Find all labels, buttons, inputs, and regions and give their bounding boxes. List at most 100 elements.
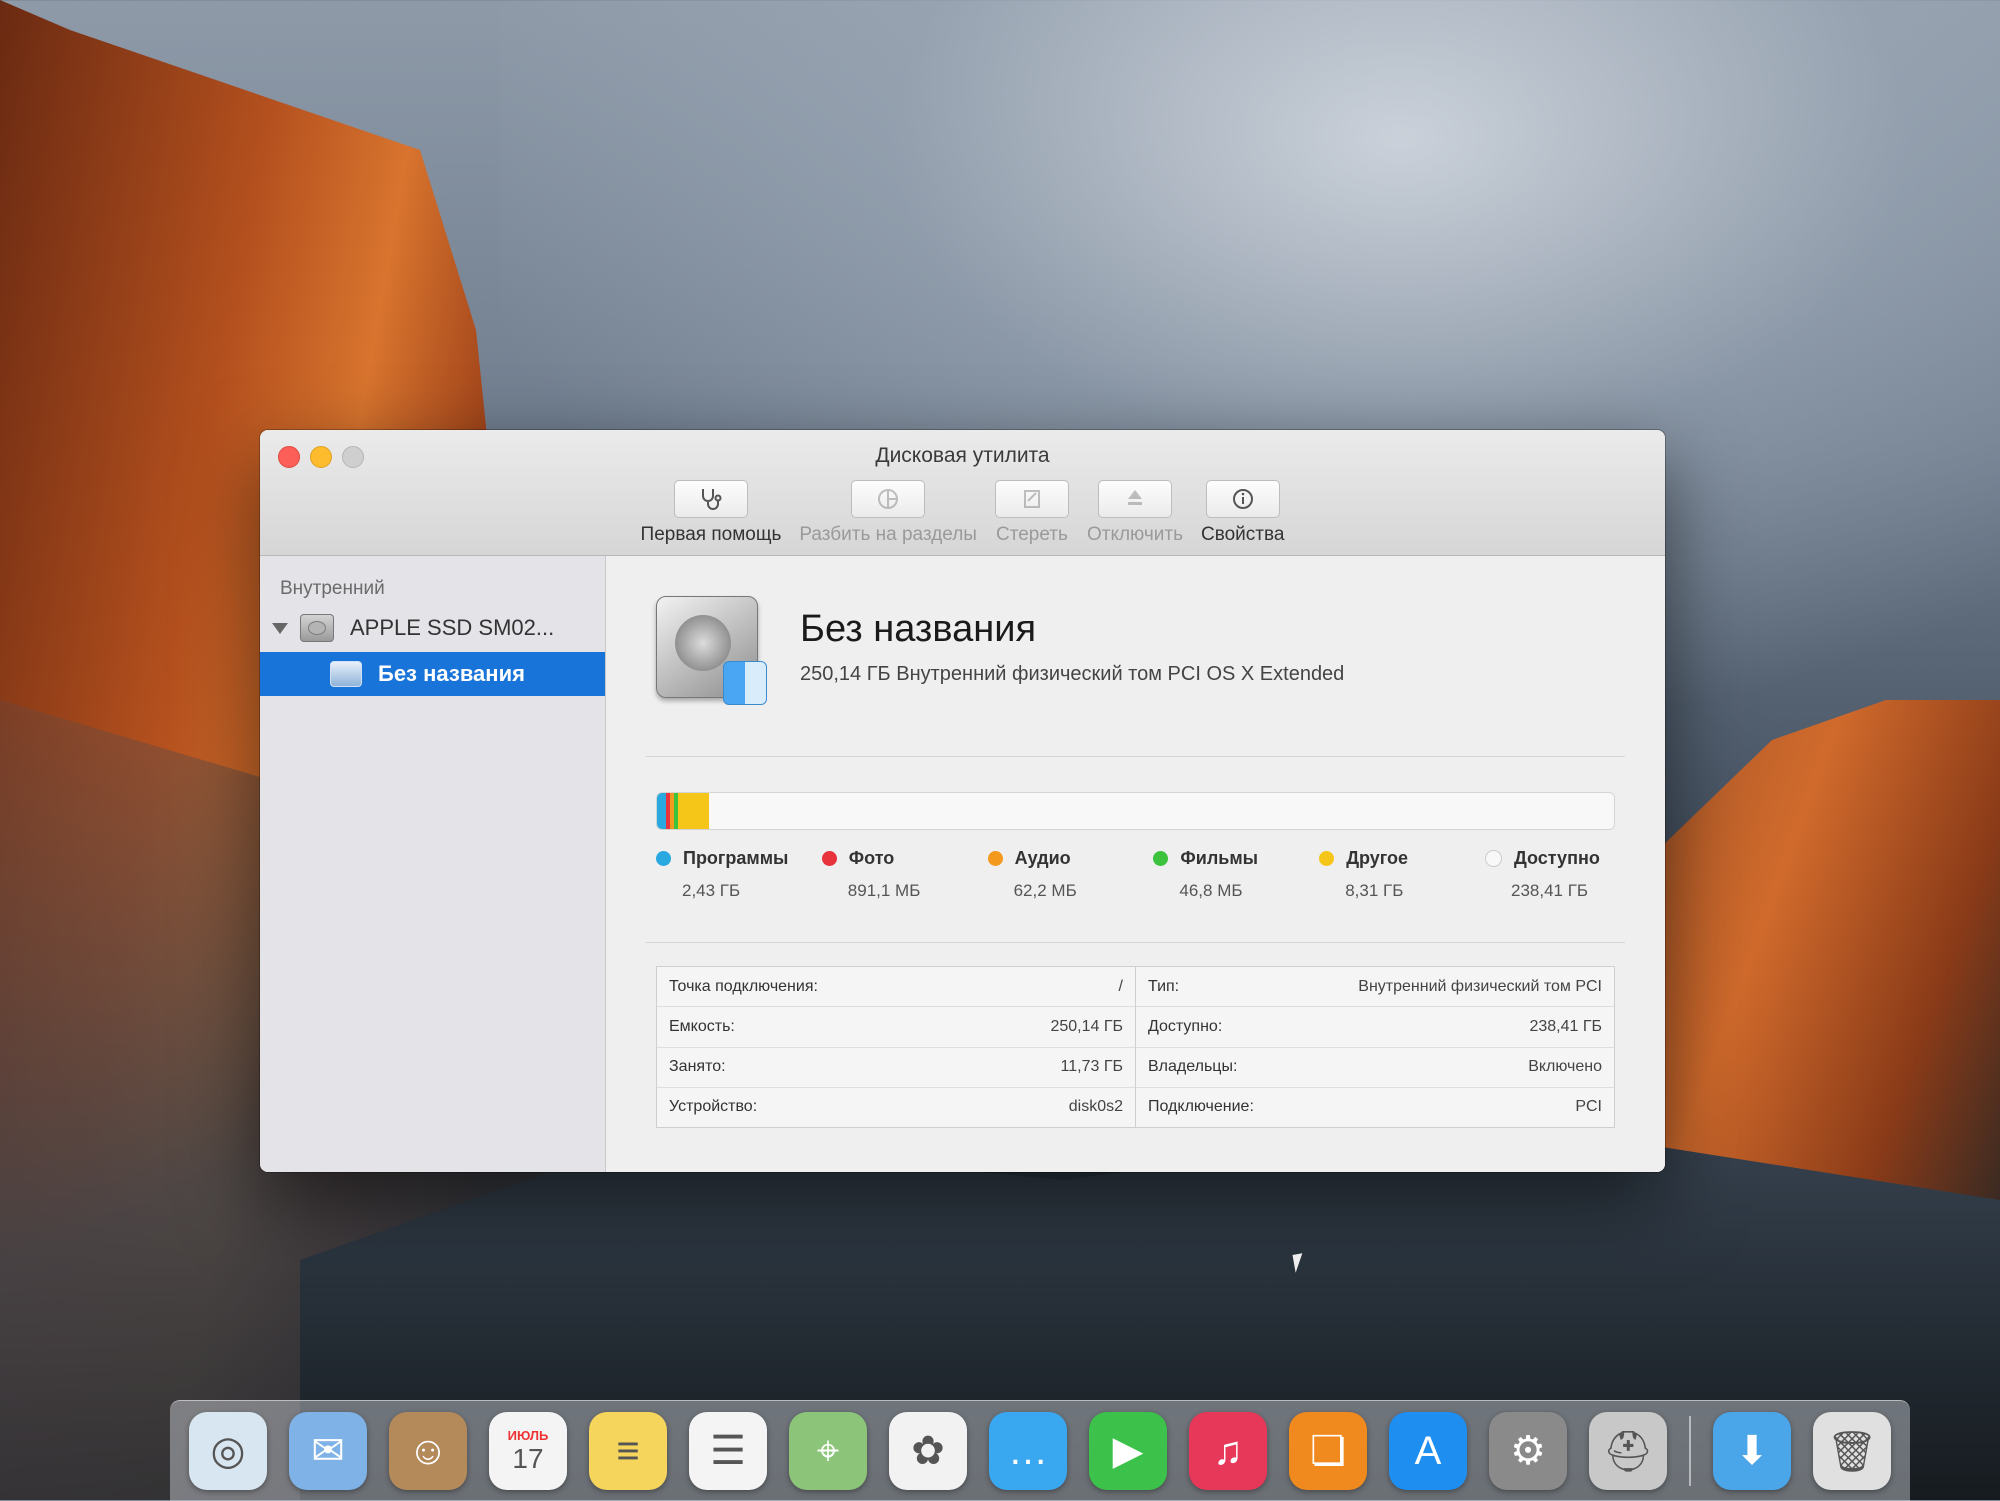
sidebar-disk-label: APPLE SSD SM02... — [350, 615, 555, 640]
volume-header: Без названия 250,14 ГБ Внутренний физиче… — [656, 596, 1345, 705]
info-button[interactable]: Свойства — [1201, 480, 1284, 546]
legend-value: 2,43 ГБ — [682, 881, 741, 900]
photos-icon[interactable]: ✿ — [889, 1412, 967, 1490]
legend-item: Другое 8,31 ГБ — [1319, 848, 1459, 901]
finder-badge-icon — [723, 661, 767, 705]
itunes-icon[interactable]: ♫ — [1189, 1412, 1267, 1490]
partition-icon — [878, 489, 899, 509]
legend-label: Программы — [683, 848, 789, 868]
legend-label: Фильмы — [1180, 848, 1259, 868]
legend-dot — [821, 851, 837, 866]
info-value: PCI — [1575, 1098, 1602, 1116]
disk-utility-window: Дисковая утилита Первая помощь Разбить н… — [260, 430, 1665, 1172]
system-preferences-icon[interactable]: ⚙ — [1489, 1412, 1567, 1490]
info-row: Подключение: PCI — [1136, 1088, 1614, 1127]
info-column-left: Точка подключения: / Емкость: 250,14 ГБ Заня… — [657, 967, 1135, 1127]
erase-button[interactable]: Стереть — [994, 480, 1069, 546]
notes-icon[interactable]: ≡ — [589, 1412, 667, 1490]
disclosure-triangle-icon[interactable] — [272, 622, 288, 634]
facetime-icon[interactable]: ▶ — [1089, 1412, 1167, 1490]
legend-dot — [987, 851, 1003, 866]
stethoscope-icon — [701, 489, 722, 510]
unmount-label: Отключить — [1086, 524, 1184, 545]
volume-name: Без названия — [800, 608, 1037, 650]
usage-segment-5 — [709, 793, 1614, 829]
legend-label: Аудио — [1014, 848, 1071, 868]
sidebar-item-volume[interactable]: Без названия — [260, 652, 605, 696]
titlebar: Дисковая утилита Первая помощь Разбить н… — [260, 430, 1665, 556]
legend-dot — [1153, 851, 1169, 866]
disk-utility-icon[interactable]: ⛑ — [1589, 1412, 1667, 1490]
info-label: Свойства — [1201, 524, 1285, 545]
calendar-month: ИЮЛЬ — [507, 1427, 549, 1443]
toolbar: Первая помощь Разбить на разделы Стереть… — [260, 480, 1665, 546]
ibooks-icon[interactable]: ❏ — [1289, 1412, 1367, 1490]
dock: ◎ ✉ ☺ ИЮЛЬ 17 ≡ ☰ ⌖ ✿ … ▶ ♫ ❏ A ⚙ ⛑ ⬇ 🗑 — [170, 1400, 1910, 1501]
usage-segment-0 — [657, 793, 667, 829]
info-row: Тип: Внутренний физический том PCI — [1136, 967, 1614, 1008]
legend-dot — [656, 851, 671, 866]
usage-bar — [656, 792, 1615, 830]
window-title: Дисковая утилита — [875, 444, 1050, 467]
volume-subtitle: 250,14 ГБ Внутренний физический том PCI … — [800, 663, 1345, 685]
legend-label: Фото — [848, 848, 895, 868]
unmount-button[interactable]: Отключить — [1087, 480, 1183, 546]
volume-icon — [330, 661, 362, 687]
info-row: Устройство: disk0s2 — [657, 1088, 1135, 1127]
legend-value: 8,31 ГБ — [1345, 881, 1404, 900]
wallpaper-cliff-right — [1620, 700, 2000, 1200]
legend-label: Доступно — [1513, 848, 1600, 868]
legend-item: Фото 891,1 МБ — [821, 848, 962, 901]
legend-dot — [1319, 851, 1335, 866]
downloads-folder-icon[interactable]: ⬇ — [1713, 1412, 1791, 1490]
calendar-day: 17 — [512, 1442, 544, 1474]
divider — [646, 942, 1625, 943]
info-value: disk0s2 — [1068, 1098, 1123, 1116]
dock-separator — [1689, 1416, 1691, 1486]
sidebar-volume-label: Без названия — [378, 661, 525, 686]
sidebar-section-internal: Внутренний — [280, 578, 385, 599]
info-label: Доступно: — [1148, 1017, 1223, 1035]
mail-icon[interactable]: ✉ — [289, 1412, 367, 1490]
safari-icon[interactable]: ◎ — [189, 1412, 267, 1490]
info-row: Емкость: 250,14 ГБ — [657, 1007, 1135, 1048]
info-label: Тип: — [1148, 977, 1180, 995]
first-aid-button[interactable]: Первая помощь — [641, 480, 781, 546]
trash-icon[interactable]: 🗑 — [1813, 1412, 1891, 1490]
legend-label: Другое — [1346, 848, 1409, 868]
usage-segment-4 — [677, 793, 710, 829]
info-icon — [1232, 489, 1253, 509]
legend-value: 46,8 МБ — [1179, 881, 1243, 900]
partition-button[interactable]: Разбить на разделы — [799, 480, 977, 546]
info-value: / — [1118, 977, 1123, 995]
legend-item: Аудио 62,2 МБ — [987, 848, 1128, 901]
legend-dot — [1484, 850, 1502, 867]
legend-value: 891,1 МБ — [847, 881, 921, 900]
info-label: Емкость: — [669, 1017, 735, 1035]
legend-value: 62,2 МБ — [1013, 881, 1077, 900]
info-label: Точка подключения: — [669, 977, 818, 995]
info-value: 11,73 ГБ — [1060, 1058, 1123, 1076]
erase-label: Стереть — [996, 524, 1068, 545]
legend-item: Программы 2,43 ГБ — [656, 848, 796, 901]
contacts-icon[interactable]: ☺ — [389, 1412, 467, 1490]
erase-icon — [1023, 490, 1040, 508]
sidebar-item-disk[interactable]: APPLE SSD SM02... — [260, 606, 605, 650]
calendar-icon[interactable]: ИЮЛЬ 17 — [489, 1412, 567, 1490]
info-value: Внутренний физический том PCI — [1358, 977, 1602, 995]
usage-legend: Программы 2,43 ГБ Фото 891,1 МБ Аудио 62,2 МБ… — [656, 848, 1625, 901]
info-table: Точка подключения: / Емкость: 250,14 ГБ Заня… — [656, 966, 1615, 1128]
legend-item: Фильмы 46,8 МБ — [1153, 848, 1293, 901]
info-value: 250,14 ГБ — [1050, 1017, 1123, 1035]
messages-icon[interactable]: … — [989, 1412, 1067, 1490]
info-value: Включено — [1528, 1058, 1602, 1076]
unmount-icon — [1127, 490, 1142, 505]
info-label: Устройство: — [669, 1098, 758, 1116]
main-pane: Без названия 250,14 ГБ Внутренний физиче… — [606, 556, 1665, 1172]
legend-item: Доступно 238,41 ГБ — [1484, 848, 1625, 901]
maps-icon[interactable]: ⌖ — [789, 1412, 867, 1490]
reminders-icon[interactable]: ☰ — [689, 1412, 767, 1490]
info-label: Владельцы: — [1148, 1058, 1238, 1076]
app-store-icon[interactable]: A — [1389, 1412, 1467, 1490]
info-row: Доступно: 238,41 ГБ — [1136, 1007, 1614, 1048]
